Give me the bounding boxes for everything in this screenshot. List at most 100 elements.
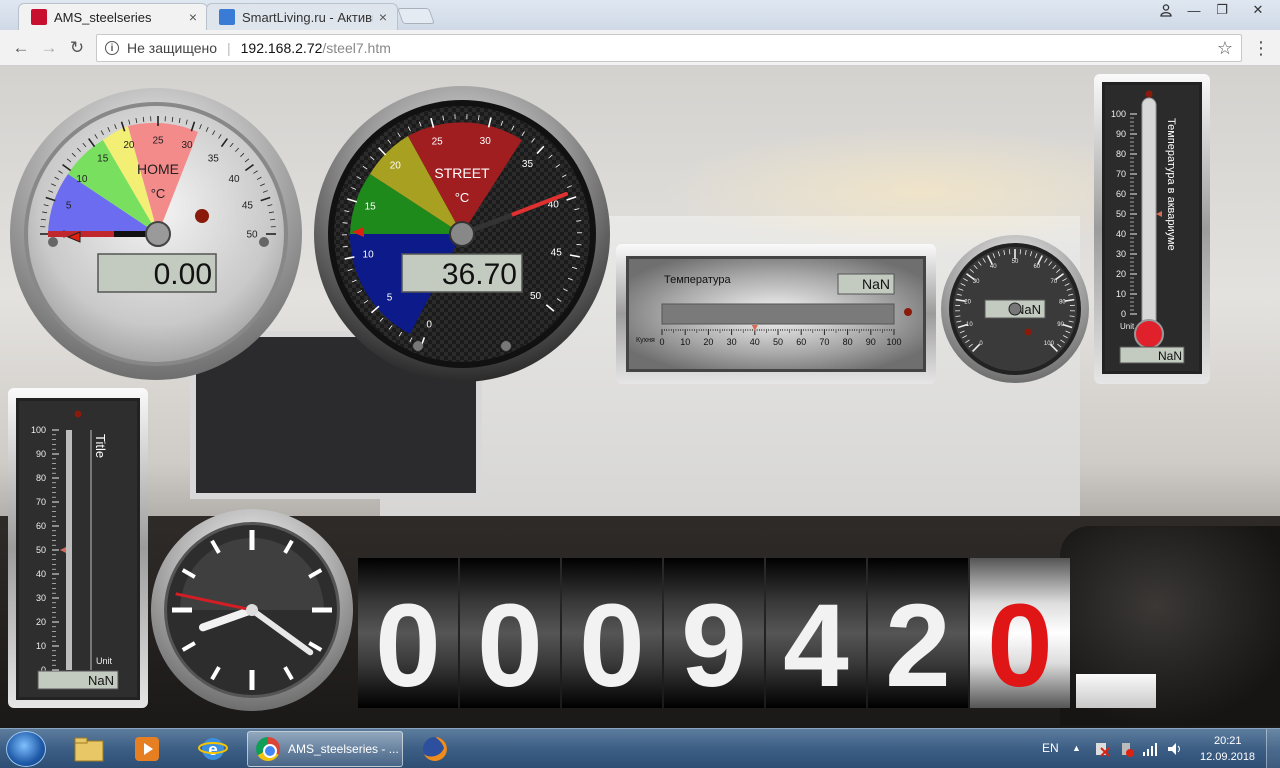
tick-label: 80 bbox=[1059, 299, 1066, 305]
file-explorer-icon[interactable] bbox=[72, 733, 106, 765]
ams-favicon-icon bbox=[31, 9, 47, 25]
tick-label: 60 bbox=[1033, 264, 1040, 270]
odometer-digit-text: 9 bbox=[681, 580, 747, 708]
tick-label: 70 bbox=[1050, 279, 1057, 285]
smartliving-favicon-icon bbox=[219, 9, 235, 25]
start-button[interactable] bbox=[6, 731, 46, 767]
tick-label: 40 bbox=[1116, 229, 1126, 239]
tick-label: 100 bbox=[1111, 109, 1126, 119]
tick-label: 50 bbox=[773, 337, 783, 347]
odometer-digit: 0 bbox=[970, 558, 1070, 712]
minimize-button[interactable]: — bbox=[1180, 0, 1208, 20]
tick-label: 70 bbox=[1116, 169, 1126, 179]
home-gauge-value: 0.00 bbox=[154, 258, 212, 291]
odometer-digit: 4 bbox=[766, 558, 866, 712]
page-content: 05101520253035404550 HOME °C 0.00 bbox=[0, 66, 1280, 728]
tab-title: AMS_steelseries bbox=[54, 9, 152, 25]
tab-smartliving[interactable]: SmartLiving.ru - Активны × bbox=[206, 3, 398, 30]
firefox-icon[interactable] bbox=[418, 733, 452, 765]
odometer-end-cap bbox=[1076, 674, 1156, 708]
bookmark-star-icon[interactable]: ☆ bbox=[1217, 38, 1233, 59]
menu-button[interactable]: ⋮ bbox=[1252, 38, 1270, 59]
tick-label: 0 bbox=[1121, 309, 1126, 319]
tick-label: 50 bbox=[246, 229, 258, 240]
tick-mark bbox=[576, 220, 582, 222]
odometer-digit-text: 2 bbox=[885, 580, 951, 708]
tick-label: 90 bbox=[1116, 129, 1126, 139]
security-label: Не защищено bbox=[127, 40, 217, 56]
reload-button[interactable]: ↻ bbox=[66, 37, 88, 59]
tick-label: 35 bbox=[208, 153, 220, 164]
person-icon[interactable] bbox=[1152, 0, 1180, 20]
taskbar-date[interactable]: 12.09.2018 bbox=[1200, 751, 1255, 763]
tick-label: 40 bbox=[990, 264, 997, 270]
tick-label: 25 bbox=[152, 135, 164, 146]
tick-label: 40 bbox=[36, 569, 46, 579]
tick-label: 30 bbox=[1116, 249, 1126, 259]
tray-expand-icon[interactable]: ▲ bbox=[1072, 743, 1081, 753]
linear-gauge-unit: Кухня bbox=[636, 337, 655, 344]
tick-label: 30 bbox=[973, 279, 980, 285]
aquarium-thermometer: 0 10 20 30 40 50 60 70 80 90 100 Температура в акв… bbox=[1094, 74, 1210, 384]
taskbar-chrome-window[interactable]: AMS_steelseries - ... bbox=[247, 731, 403, 767]
tick-label: 5 bbox=[66, 200, 72, 211]
browser-toolbar: ← → ↻ i Не защищено | 192.168.2.72/steel… bbox=[0, 30, 1280, 66]
tick-label: 20 bbox=[964, 299, 971, 305]
odometer-digit: 9 bbox=[664, 558, 764, 712]
odometer-digit-text: 0 bbox=[579, 580, 645, 708]
tick-label: 10 bbox=[76, 174, 88, 185]
new-tab-button[interactable] bbox=[397, 8, 435, 24]
tick-label: 90 bbox=[36, 449, 46, 459]
tick-label: 50 bbox=[530, 291, 542, 302]
tick-label: 60 bbox=[796, 337, 806, 347]
aquarium-title: Температура в аквариуме bbox=[1165, 118, 1177, 251]
language-indicator[interactable]: EN bbox=[1042, 741, 1059, 755]
taskbar-time[interactable]: 20:21 bbox=[1214, 735, 1242, 747]
address-bar[interactable]: i Не защищено | 192.168.2.72/steel7.htm … bbox=[96, 34, 1242, 62]
home-gauge-unit: °C bbox=[151, 186, 166, 201]
close-tab-icon[interactable]: × bbox=[379, 9, 387, 25]
back-button[interactable]: ← bbox=[10, 37, 32, 59]
tab-title: SmartLiving.ru - Активны bbox=[242, 9, 373, 25]
vertical-linear-gauge: 0 10 20 30 40 50 60 70 80 90 100 Title Unit NaN bbox=[8, 388, 148, 708]
home-gauge: 05101520253035404550 HOME °C 0.00 bbox=[8, 86, 304, 382]
close-tab-icon[interactable]: × bbox=[189, 9, 197, 25]
odometer-digit: 0 bbox=[460, 558, 560, 712]
vertical-gauge-value: NaN bbox=[88, 673, 114, 688]
info-icon[interactable]: i bbox=[105, 41, 119, 55]
tick-label: 45 bbox=[551, 248, 563, 259]
tick-label: 50 bbox=[1116, 209, 1126, 219]
tick-label: 40 bbox=[228, 174, 240, 185]
tick-mark bbox=[342, 246, 348, 248]
taskbar-chrome-label: AMS_steelseries - ... bbox=[288, 742, 399, 756]
restore-button[interactable]: ❐ bbox=[1208, 0, 1236, 20]
linear-gauge-value: NaN bbox=[862, 276, 890, 292]
tick-label: 10 bbox=[363, 249, 375, 260]
internet-explorer-icon[interactable]: e bbox=[196, 733, 230, 765]
tick-label: 80 bbox=[1116, 149, 1126, 159]
tick-label: 5 bbox=[387, 292, 393, 303]
odometer-digit-text: 0 bbox=[987, 580, 1053, 708]
tick-label: 25 bbox=[432, 137, 444, 148]
close-window-button[interactable]: ✕ bbox=[1238, 0, 1278, 20]
forward-button[interactable]: → bbox=[38, 37, 60, 59]
analog-clock bbox=[150, 508, 354, 712]
tick-label: 20 bbox=[390, 160, 402, 171]
tick-label: 30 bbox=[727, 337, 737, 347]
chrome-icon bbox=[256, 737, 280, 761]
kitchen-linear-gauge: Температура NaN 0 10 20 30 40 50 60 70 80 90 100 К… bbox=[616, 244, 936, 384]
usb-device-icon[interactable] bbox=[1118, 741, 1134, 760]
odometer-digit-text: 4 bbox=[783, 580, 849, 708]
tick-label: 100 bbox=[886, 337, 901, 347]
network-signal-icon[interactable] bbox=[1142, 741, 1158, 760]
tick-label: 70 bbox=[819, 337, 829, 347]
tab-ams-steelseries[interactable]: AMS_steelseries × bbox=[18, 3, 208, 30]
tick-label: 50 bbox=[1012, 259, 1019, 265]
action-center-icon[interactable] bbox=[1094, 741, 1110, 760]
volume-icon[interactable] bbox=[1166, 741, 1182, 760]
tick-label: 35 bbox=[522, 159, 534, 170]
small-round-gauge: 0 10 20 30 40 50 60 70 80 90 100 NaN bbox=[940, 234, 1090, 384]
tick-label: 30 bbox=[480, 136, 492, 147]
media-player-icon[interactable] bbox=[130, 733, 164, 765]
show-desktop-button[interactable] bbox=[1266, 729, 1280, 768]
